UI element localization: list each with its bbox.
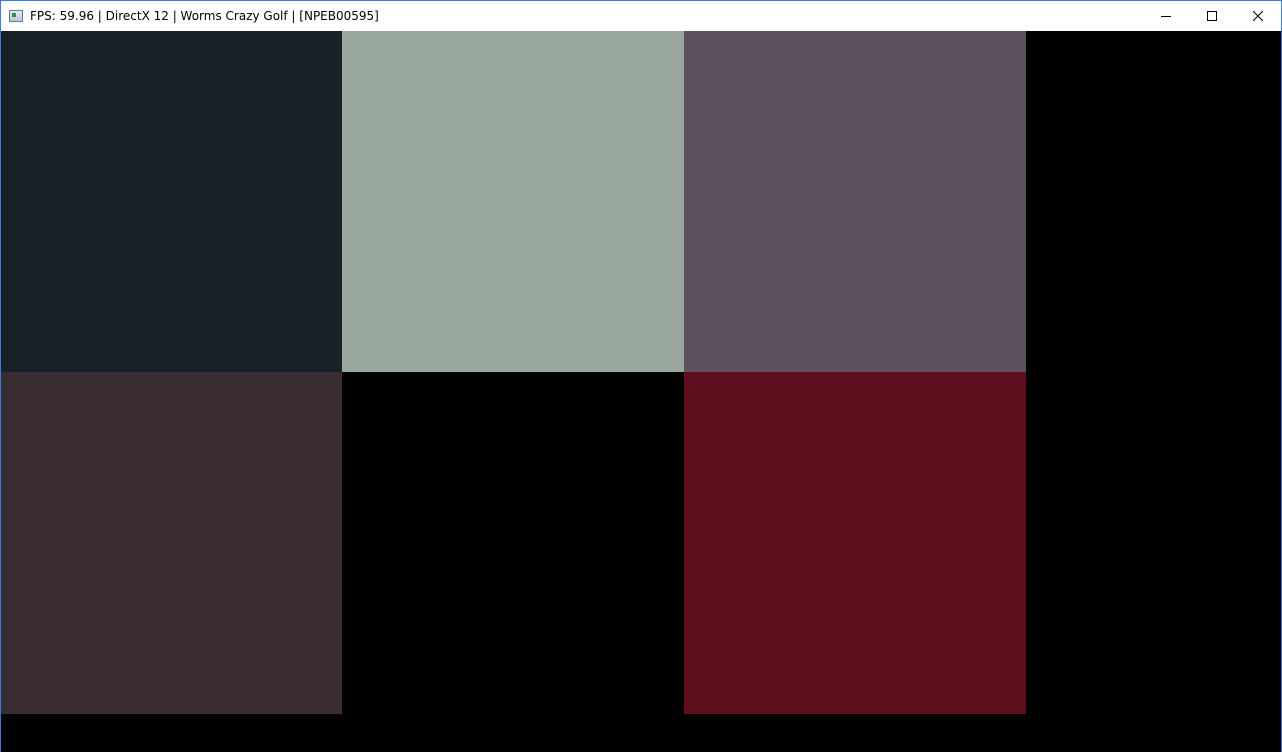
color-tile-top-middle [342, 31, 684, 372]
window-app-icon[interactable] [9, 10, 23, 22]
close-button[interactable] [1235, 1, 1281, 31]
title-bar[interactable]: FPS: 59.96 | DirectX 12 | Worms Crazy Go… [1, 1, 1281, 31]
emulator-window: FPS: 59.96 | DirectX 12 | Worms Crazy Go… [0, 0, 1282, 752]
color-tile-bottom-right [684, 372, 1026, 714]
color-tile-bottom-middle [342, 372, 684, 714]
color-tile-top-left [1, 31, 342, 372]
minimize-icon [1161, 16, 1171, 17]
maximize-icon [1207, 11, 1217, 21]
window-controls [1143, 1, 1281, 31]
game-viewport[interactable] [1, 31, 1281, 752]
maximize-button[interactable] [1189, 1, 1235, 31]
color-tile-bottom-left [1, 372, 342, 714]
minimize-button[interactable] [1143, 1, 1189, 31]
color-tile-top-right [684, 31, 1026, 372]
window-title: FPS: 59.96 | DirectX 12 | Worms Crazy Go… [30, 9, 379, 23]
close-icon [1253, 11, 1263, 21]
